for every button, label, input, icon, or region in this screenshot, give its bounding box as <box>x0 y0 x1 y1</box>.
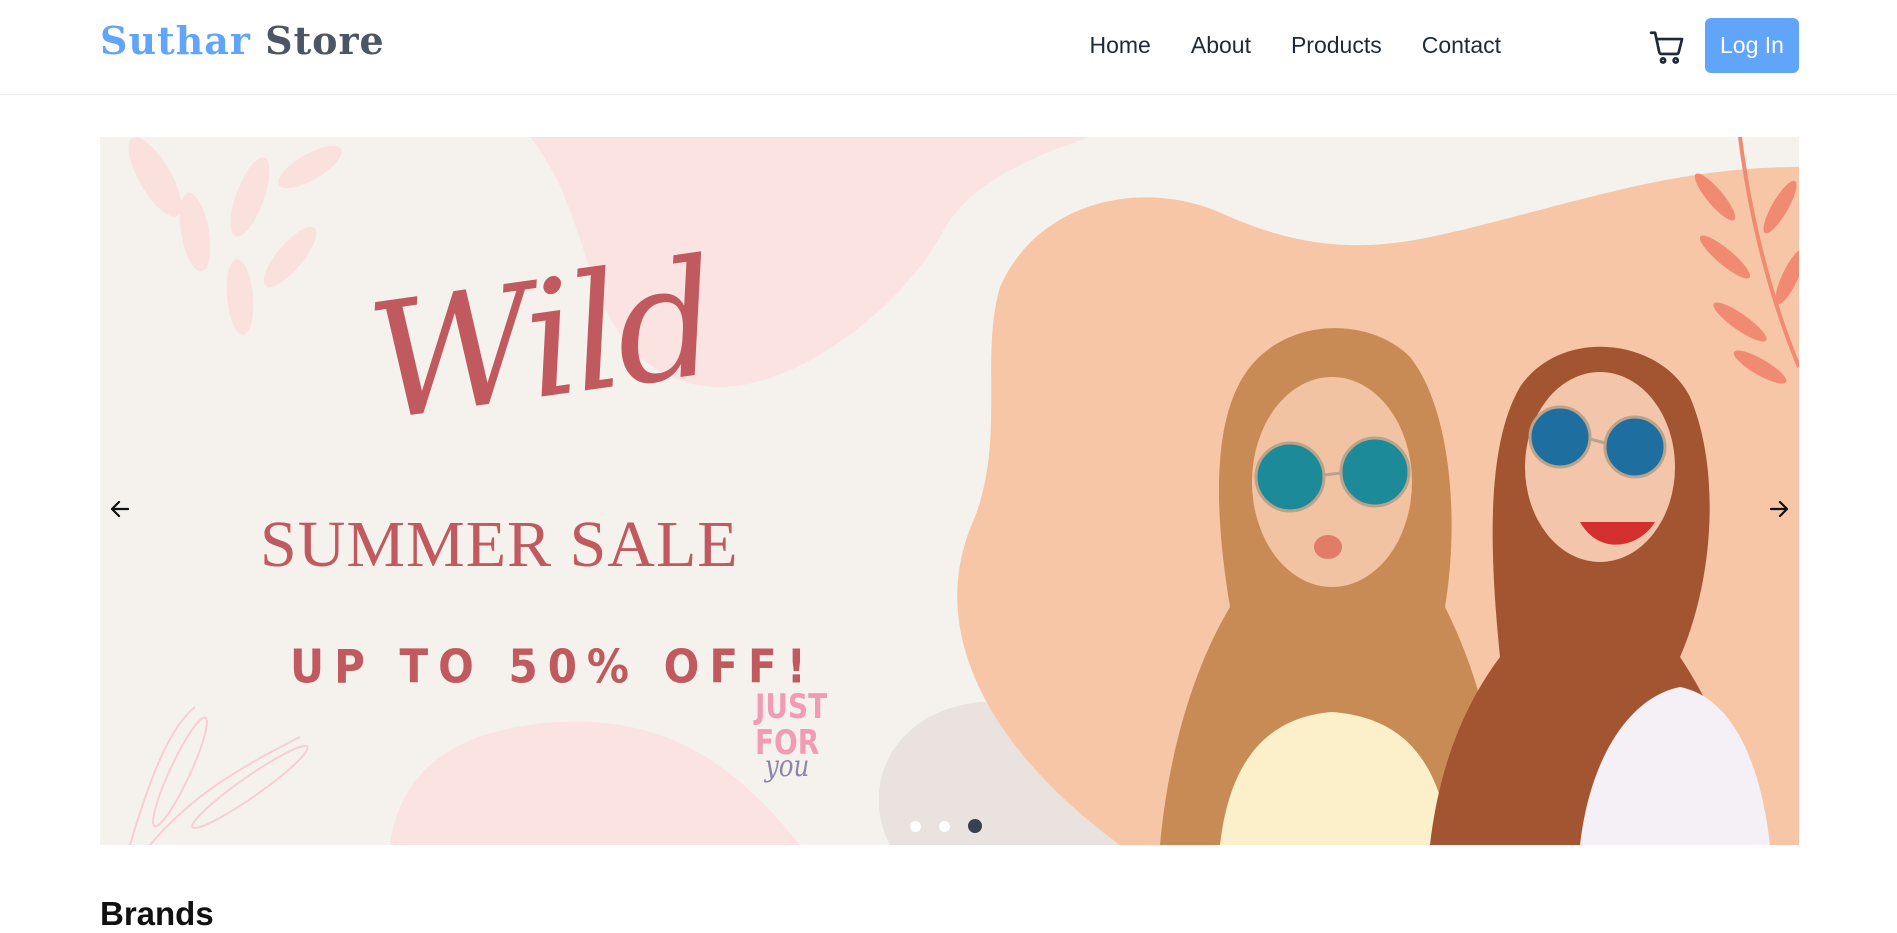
nav-about-link[interactable]: About <box>1191 32 1251 59</box>
nav-products-link[interactable]: Products <box>1291 32 1382 59</box>
badge-line-just: JUST <box>755 687 828 727</box>
hero-title: SUMMER SALE <box>260 508 739 581</box>
brand-logo[interactable]: Suthar Store <box>100 18 385 63</box>
carousel-prev-button[interactable] <box>100 489 140 529</box>
main-nav: Home About Products Contact <box>1090 32 1502 59</box>
site-header: Suthar Store Home About Products Contact… <box>0 0 1897 95</box>
brand-name-first: Suthar <box>100 18 251 63</box>
carousel-dot-3[interactable] <box>968 819 982 833</box>
carousel-dot-1[interactable] <box>910 820 921 832</box>
badge-line-you: you <box>764 749 810 784</box>
hero-carousel: Wild SUMMER SALE UP TO 50% OFF! JUST FOR… <box>100 137 1799 845</box>
brands-section-title: Brands <box>100 895 214 932</box>
carousel-next-button[interactable] <box>1759 489 1799 529</box>
just-for-you-badge: JUST FOR you <box>755 687 828 784</box>
arrow-left-icon <box>110 500 130 518</box>
cart-icon[interactable] <box>1648 28 1686 66</box>
nav-contact-link[interactable]: Contact <box>1422 32 1501 59</box>
login-button[interactable]: Log In <box>1705 18 1799 73</box>
brand-name-second: Store <box>265 18 385 63</box>
nav-home-link[interactable]: Home <box>1090 32 1151 59</box>
carousel-indicators <box>910 819 982 833</box>
hero-subtitle: UP TO 50% OFF! <box>290 639 816 694</box>
hero-banner-image <box>128 137 1799 845</box>
carousel-dot-2[interactable] <box>939 820 950 832</box>
arrow-right-icon <box>1769 500 1789 518</box>
